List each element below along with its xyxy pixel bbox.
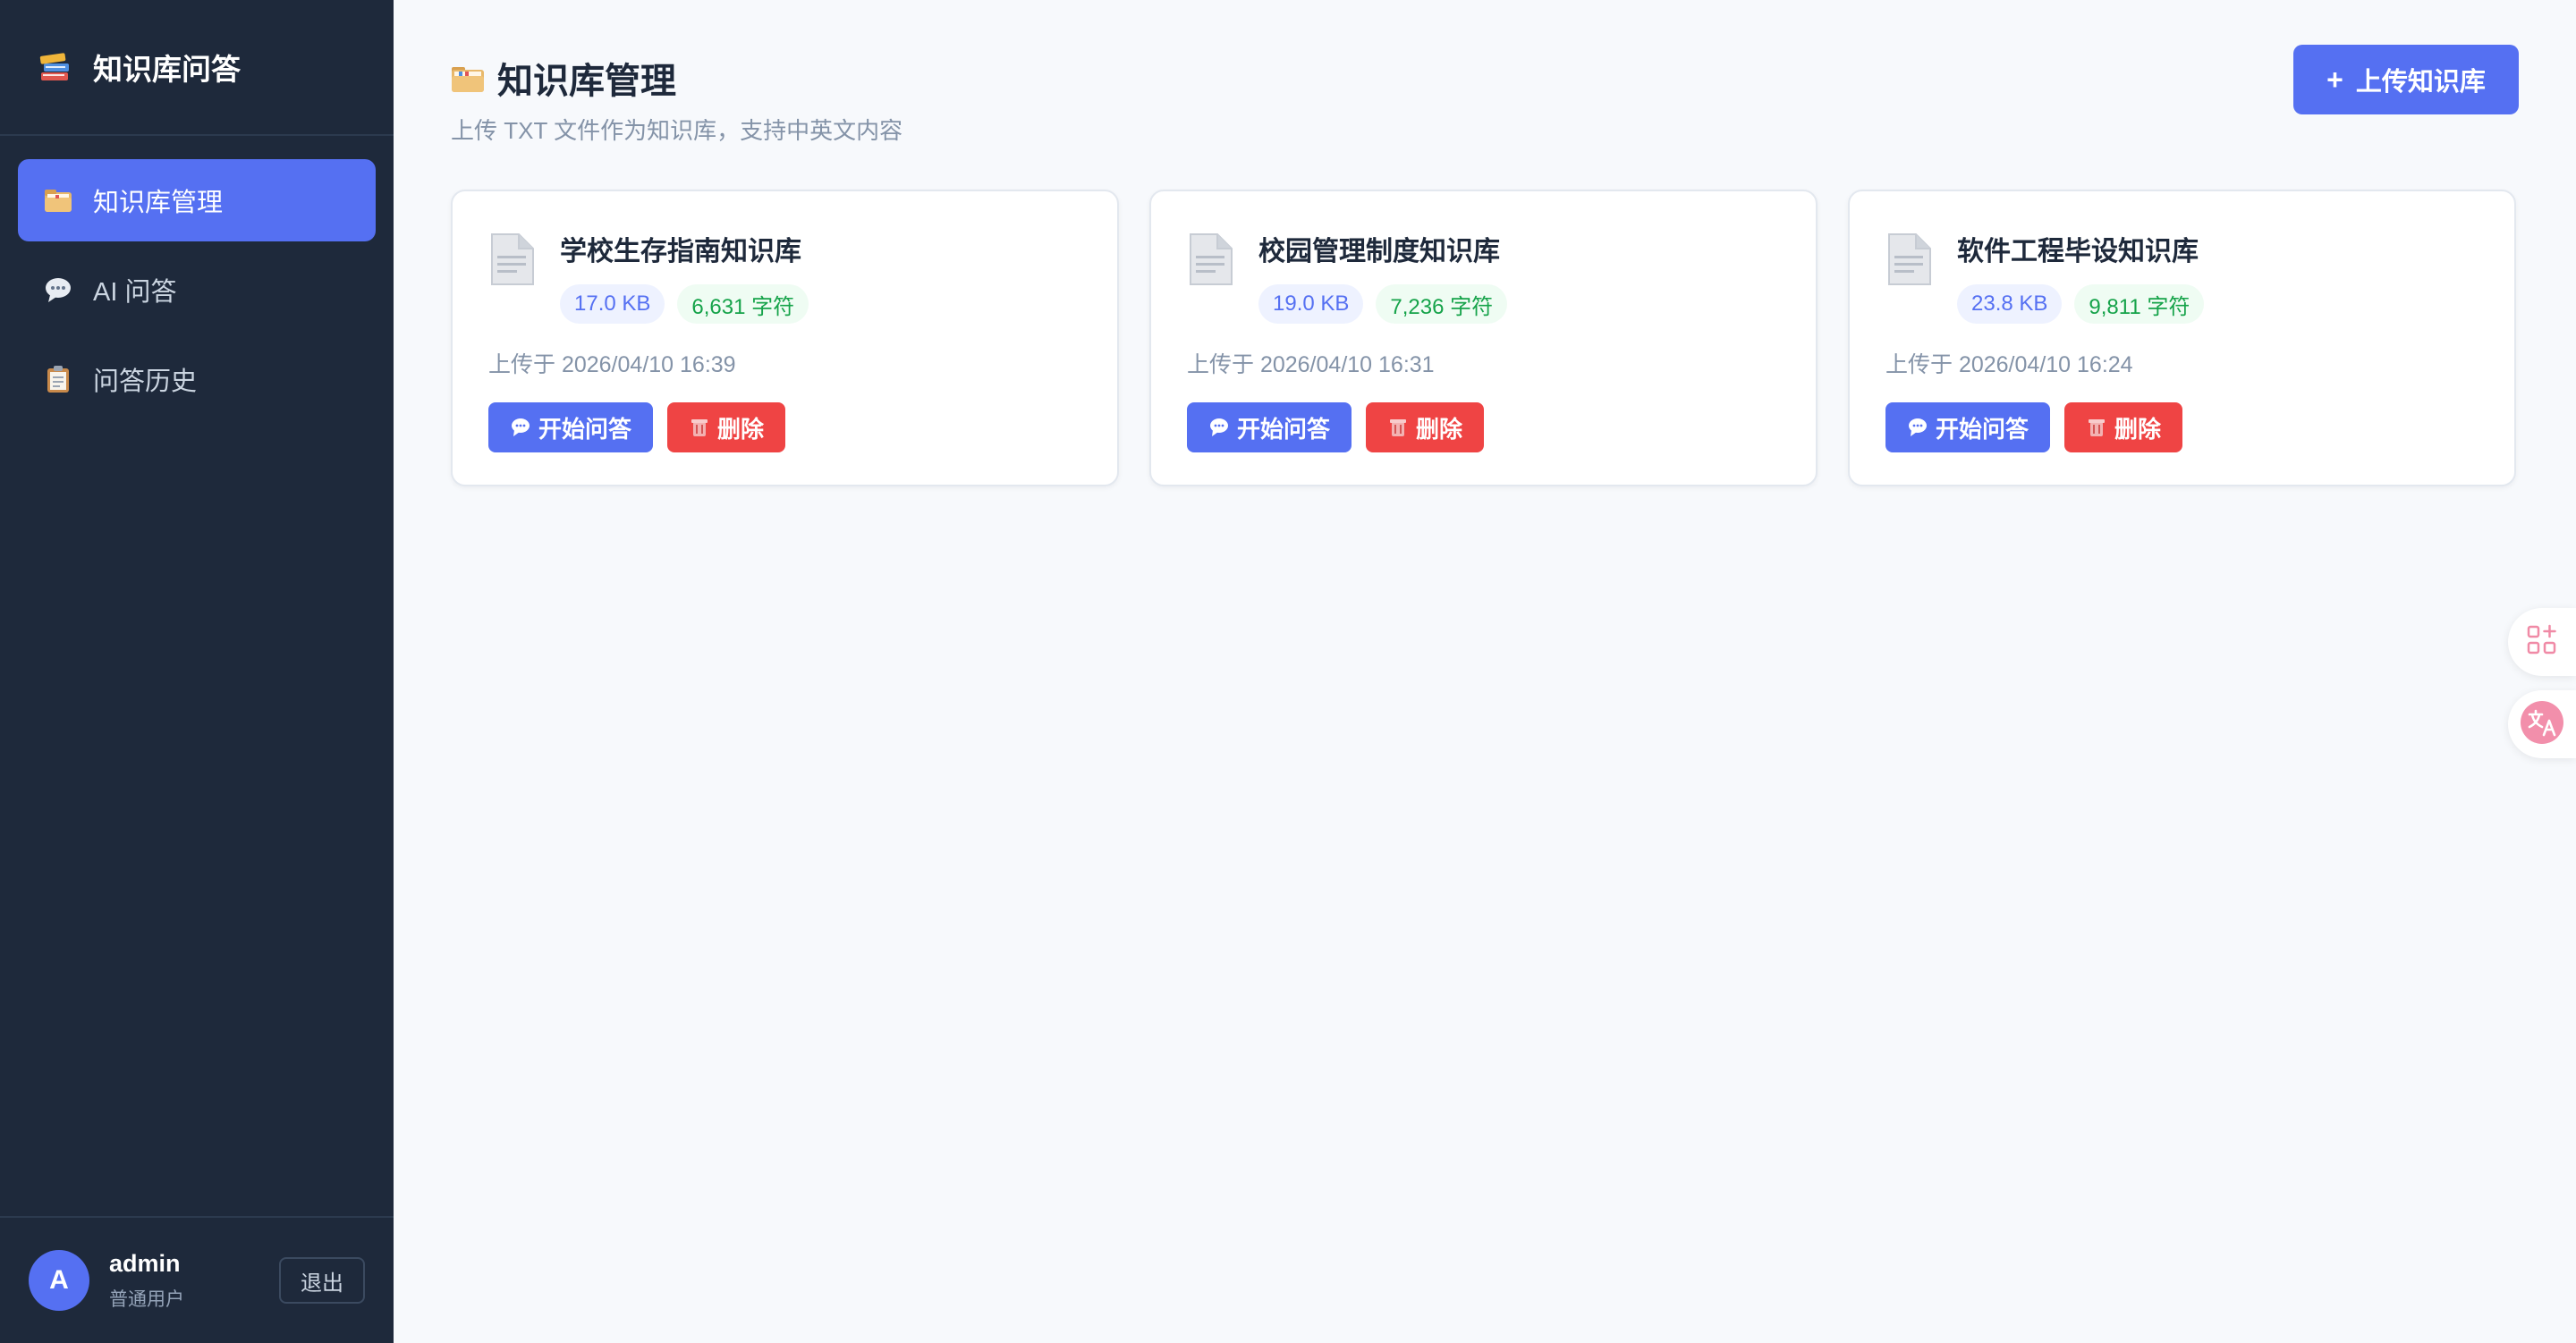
sidebar-nav: 知识库管理 AI 问答 问答历史 xyxy=(0,136,394,443)
upload-button-label: 上传知识库 xyxy=(2355,68,2486,97)
brand-title: 知识库问答 xyxy=(93,53,241,86)
document-icon xyxy=(1187,232,1233,286)
avatar: A xyxy=(29,1250,89,1311)
document-icon xyxy=(488,232,535,286)
user-panel: A admin 普通用户 退出 xyxy=(0,1216,394,1343)
speech-bubble-icon xyxy=(1907,417,1928,438)
start-qa-label: 开始问答 xyxy=(1936,415,2029,443)
trash-icon xyxy=(689,417,710,438)
card-meta: 软件工程毕设知识库 23.8 KB 9,811 字符 xyxy=(1957,227,2205,324)
clipboard-icon xyxy=(43,364,73,394)
delete-label: 删除 xyxy=(717,415,765,443)
sidebar: 知识库问答 知识库管理 AI 问答 问答历史 A admin 普通用户 退出 xyxy=(0,0,394,1343)
card-badges: 19.0 KB 7,236 字符 xyxy=(1258,284,1508,324)
card-meta: 学校生存指南知识库 17.0 KB 6,631 字符 xyxy=(560,227,809,324)
folder-icon xyxy=(451,63,485,93)
upload-time: 上传于 2026/04/10 16:31 xyxy=(1187,352,1435,377)
start-qa-label: 开始问答 xyxy=(1237,415,1331,443)
card-meta: 校园管理制度知识库 19.0 KB 7,236 字符 xyxy=(1258,227,1508,324)
sidebar-item-label: AI 问答 xyxy=(93,278,177,307)
user-info: admin 普通用户 xyxy=(109,1250,184,1312)
delete-label: 删除 xyxy=(2114,415,2162,443)
folder-icon xyxy=(43,185,73,215)
grid-plus-icon xyxy=(2525,623,2559,662)
start-qa-button[interactable]: 开始问答 xyxy=(1187,402,1352,452)
start-qa-label: 开始问答 xyxy=(538,415,632,443)
delete-button[interactable]: 删除 xyxy=(667,402,786,452)
apps-toolbox-button[interactable] xyxy=(2508,608,2576,676)
delete-button[interactable]: 删除 xyxy=(1366,402,1485,452)
trash-icon xyxy=(2086,417,2107,438)
start-qa-button[interactable]: 开始问答 xyxy=(488,402,654,452)
card-badges: 23.8 KB 9,811 字符 xyxy=(1957,284,2205,324)
translate-icon xyxy=(2519,699,2565,750)
translate-button[interactable] xyxy=(2508,690,2576,758)
speech-bubble-icon xyxy=(510,417,531,438)
delete-label: 删除 xyxy=(1416,415,1463,443)
card-title: 校园管理制度知识库 xyxy=(1258,237,1500,266)
sidebar-item-qa-history[interactable]: 问答历史 xyxy=(18,338,376,420)
sidebar-item-knowledge-base[interactable]: 知识库管理 xyxy=(18,159,376,241)
sidebar-item-ai-qa[interactable]: AI 问答 xyxy=(18,249,376,331)
brand: 知识库问答 xyxy=(0,0,394,136)
user-name: admin xyxy=(109,1249,181,1277)
knowledge-base-card: 校园管理制度知识库 19.0 KB 7,236 字符 上传于 2026/04/1… xyxy=(1149,190,1818,486)
upload-time: 上传于 2026/04/10 16:39 xyxy=(488,352,736,377)
page-title: 知识库管理 xyxy=(451,52,676,104)
logout-button[interactable]: 退出 xyxy=(279,1257,365,1304)
card-badges: 17.0 KB 6,631 字符 xyxy=(560,284,809,324)
card-actions: 开始问答 删除 xyxy=(1885,402,2479,452)
char-count-badge: 6,631 字符 xyxy=(677,284,809,324)
sidebar-item-label: 问答历史 xyxy=(93,367,198,396)
char-count-badge: 7,236 字符 xyxy=(1376,284,1508,324)
knowledge-base-list: 学校生存指南知识库 17.0 KB 6,631 字符 上传于 2026/04/1… xyxy=(451,190,2516,486)
speech-bubble-icon xyxy=(43,275,73,305)
page-title-text: 知识库管理 xyxy=(497,62,676,101)
knowledge-base-card: 软件工程毕设知识库 23.8 KB 9,811 字符 上传于 2026/04/1… xyxy=(1848,190,2516,486)
card-title: 软件工程毕设知识库 xyxy=(1957,237,2199,266)
char-count-badge: 9,811 字符 xyxy=(2074,284,2205,324)
start-qa-button[interactable]: 开始问答 xyxy=(1885,402,2051,452)
delete-button[interactable]: 删除 xyxy=(2064,402,2183,452)
file-size-badge: 23.8 KB xyxy=(1957,284,2063,324)
knowledge-base-card: 学校生存指南知识库 17.0 KB 6,631 字符 上传于 2026/04/1… xyxy=(451,190,1119,486)
user-role: 普通用户 xyxy=(109,1288,184,1310)
card-header: 学校生存指南知识库 17.0 KB 6,631 字符 xyxy=(488,227,1081,324)
plus-icon: + xyxy=(2326,63,2343,96)
books-icon xyxy=(38,49,73,85)
file-size-badge: 17.0 KB xyxy=(560,284,665,324)
card-actions: 开始问答 删除 xyxy=(1187,402,1780,452)
trash-icon xyxy=(1387,417,1409,438)
main-content: 知识库管理 上传 TXT 文件作为知识库，支持中英文内容 + 上传知识库 学校生… xyxy=(394,0,2576,1343)
card-header: 校园管理制度知识库 19.0 KB 7,236 字符 xyxy=(1187,227,1780,324)
card-title: 学校生存指南知识库 xyxy=(560,237,801,266)
speech-bubble-icon xyxy=(1208,417,1230,438)
file-size-badge: 19.0 KB xyxy=(1258,284,1364,324)
upload-knowledge-base-button[interactable]: + 上传知识库 xyxy=(2293,45,2519,114)
document-icon xyxy=(1885,232,1932,286)
page-subtitle: 上传 TXT 文件作为知识库，支持中英文内容 xyxy=(451,117,903,144)
upload-time: 上传于 2026/04/10 16:24 xyxy=(1885,352,2133,377)
card-header: 软件工程毕设知识库 23.8 KB 9,811 字符 xyxy=(1885,227,2479,324)
sidebar-item-label: 知识库管理 xyxy=(93,189,224,217)
card-actions: 开始问答 删除 xyxy=(488,402,1081,452)
